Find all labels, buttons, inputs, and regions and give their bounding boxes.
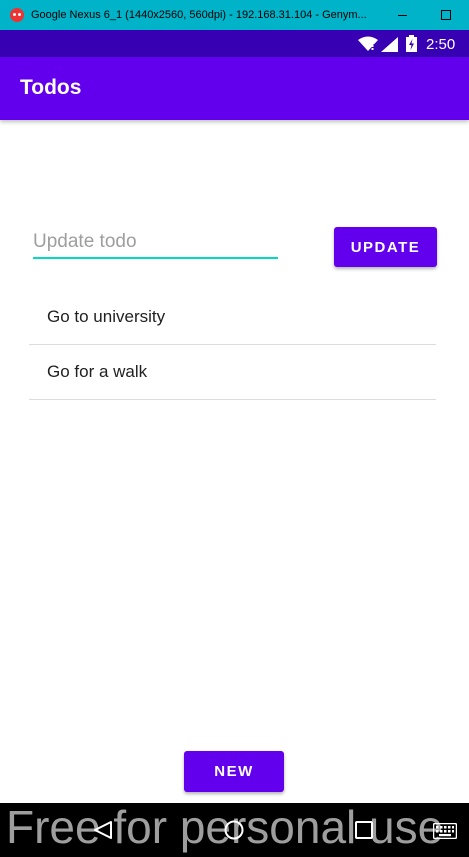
update-button[interactable]: UPDATE — [334, 227, 437, 267]
back-icon[interactable] — [93, 820, 113, 840]
list-item[interactable]: Go to university — [29, 290, 436, 345]
app-bar: Todos — [0, 57, 469, 120]
minimize-button[interactable] — [392, 5, 412, 25]
signal-icon — [381, 37, 398, 52]
app-title: Todos — [20, 76, 82, 99]
new-button[interactable]: NEW — [184, 751, 284, 792]
keyboard-icon[interactable] — [433, 823, 457, 839]
status-bar: 2:50 — [0, 30, 469, 57]
todo-list: Go to university Go for a walk — [29, 290, 436, 400]
wifi-icon — [358, 36, 378, 51]
home-icon[interactable] — [224, 820, 244, 840]
recents-icon[interactable] — [355, 821, 373, 839]
update-todo-input[interactable] — [33, 227, 278, 259]
maximize-icon — [441, 10, 451, 20]
emulator-title-bar: Google Nexus 6_1 (1440x2560, 560dpi) - 1… — [0, 0, 469, 30]
status-time: 2:50 — [426, 36, 456, 53]
emulator-window-title: Google Nexus 6_1 (1440x2560, 560dpi) - 1… — [31, 9, 367, 21]
battery-icon — [406, 35, 417, 52]
navigation-bar — [0, 803, 469, 857]
minimize-icon — [397, 14, 407, 16]
maximize-button[interactable] — [436, 5, 456, 25]
genymotion-logo-icon — [10, 8, 24, 22]
list-item[interactable]: Go for a walk — [29, 345, 436, 400]
